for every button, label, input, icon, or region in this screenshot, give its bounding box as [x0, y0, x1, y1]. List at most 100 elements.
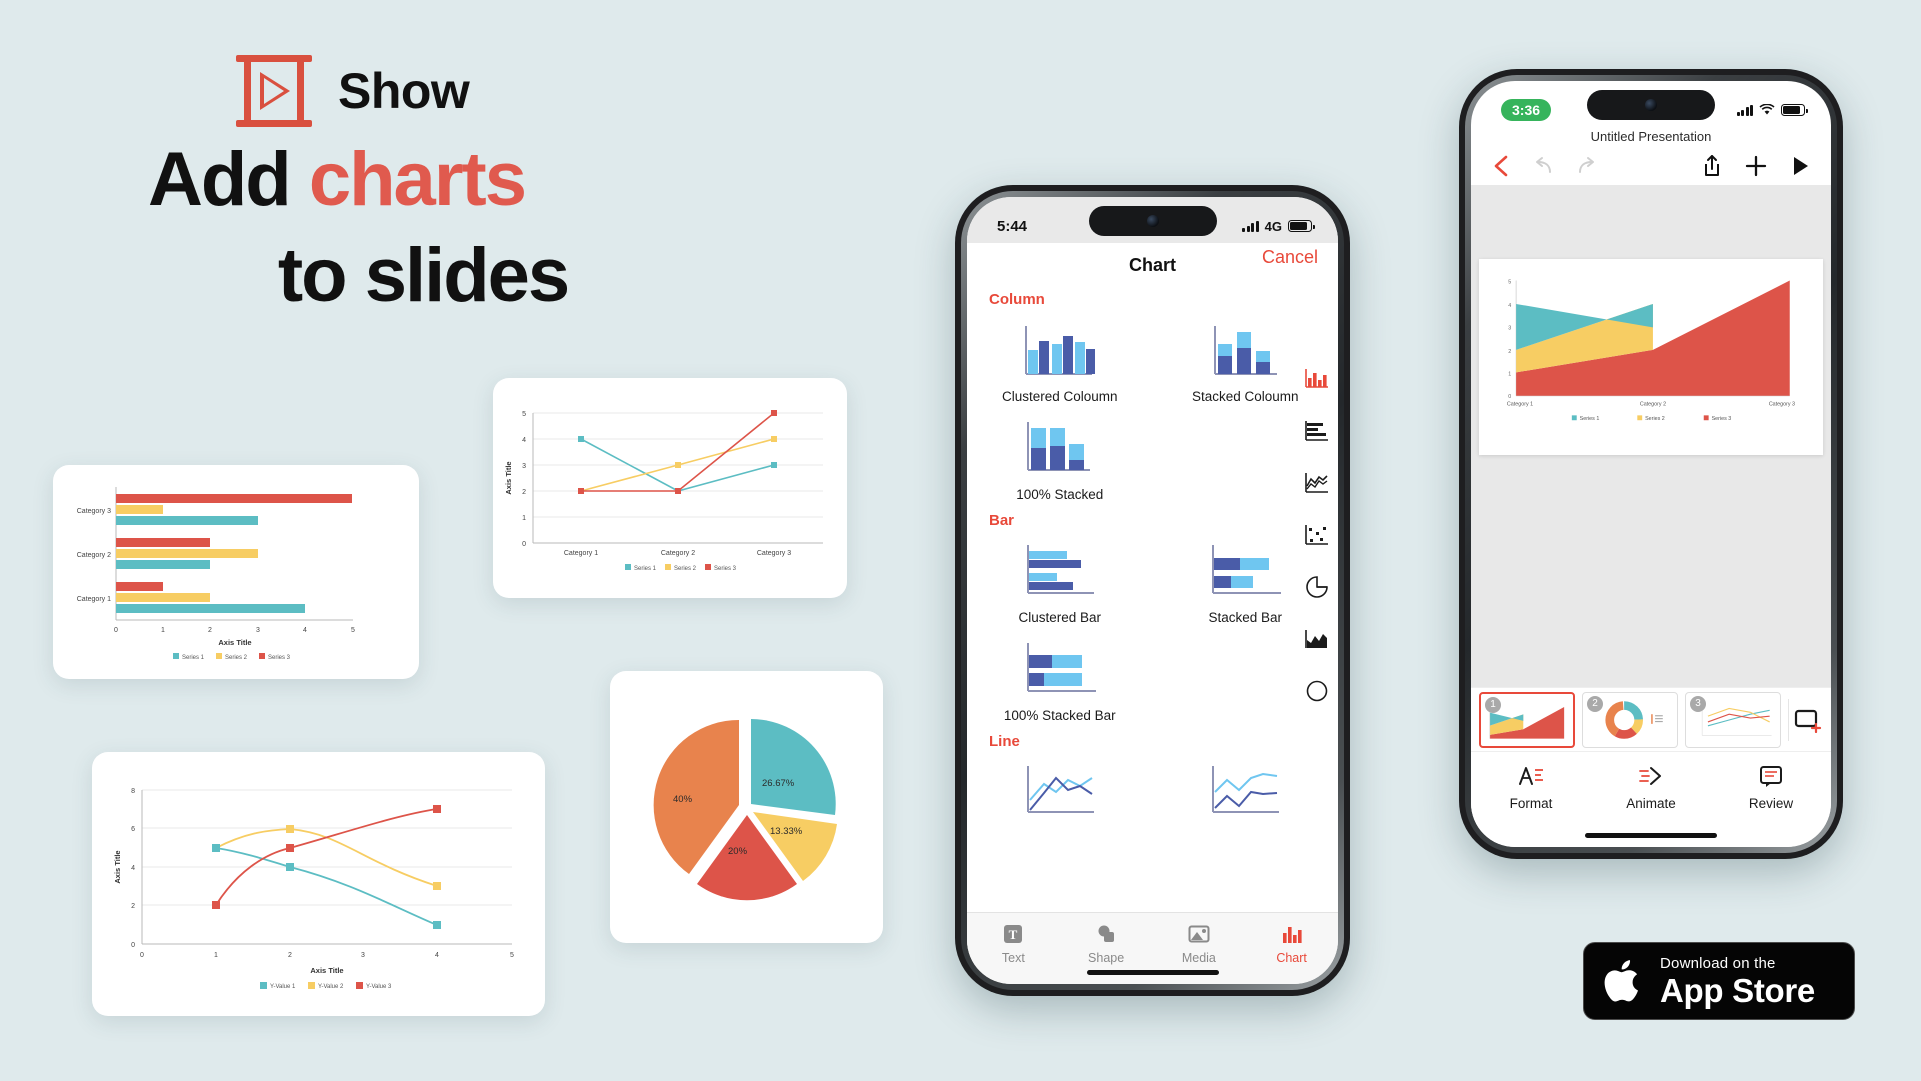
battery-icon [1288, 220, 1315, 232]
phone1-notch [1088, 206, 1217, 236]
section-title-bar: Bar [989, 512, 1015, 529]
svg-text:1: 1 [522, 515, 526, 522]
document-title[interactable]: Untitled Presentation [1471, 129, 1831, 144]
svg-text:Series 2: Series 2 [674, 566, 697, 572]
tab-media[interactable]: Media [1153, 922, 1246, 965]
phone2-notch [1587, 90, 1715, 120]
slide-thumbnail-3[interactable]: 3 [1685, 691, 1781, 748]
svg-text:26.67%: 26.67% [762, 778, 795, 789]
current-slide[interactable]: 5 4 3 2 1 0 Category 1 Category 2 Catego… [1479, 259, 1823, 455]
tab-text[interactable]: T Text [967, 922, 1060, 965]
svg-text:Series 3: Series 3 [268, 655, 291, 661]
svg-text:20%: 20% [728, 846, 748, 857]
tab-chart[interactable]: Chart [1245, 922, 1338, 965]
area-chart-icon[interactable] [1304, 627, 1330, 651]
column-chart-icon[interactable] [1304, 367, 1330, 391]
svg-text:5: 5 [522, 411, 526, 418]
media-icon [1188, 925, 1210, 943]
svg-text:Category 3: Category 3 [757, 550, 791, 557]
cellular-signal-icon [1736, 104, 1753, 116]
brand-name: Show [338, 63, 470, 119]
chart-option-clustered-bar[interactable]: Clustered Bar [967, 531, 1153, 629]
section-title-column: Column [989, 291, 1045, 308]
tab-label: Chart [1276, 951, 1307, 965]
format-icon [1519, 767, 1543, 785]
undo-icon[interactable] [1531, 153, 1557, 179]
cancel-button[interactable]: Cancel [1262, 247, 1318, 268]
svg-text:1: 1 [1508, 371, 1511, 377]
clustered-bar-thumb [1026, 545, 1094, 594]
phone2-navbar: Untitled Presentation [1471, 127, 1831, 185]
tab-label: Review [1748, 796, 1794, 811]
headline-line2: to slides [277, 232, 570, 318]
add-slide-button[interactable] [1788, 698, 1828, 741]
add-icon[interactable] [1743, 153, 1769, 179]
chart-option-100-stacked-bar[interactable]: 100% Stacked Bar [967, 629, 1153, 727]
line-thumb [1026, 766, 1094, 813]
svg-text:Series 2: Series 2 [225, 655, 248, 661]
chart-option-label: Clustered Bar [1018, 610, 1102, 625]
svg-text:5: 5 [351, 627, 355, 634]
svg-text:Axis Title: Axis Title [113, 850, 122, 883]
svg-text:2: 2 [522, 489, 526, 496]
chart-option-line-markers[interactable] [1153, 752, 1339, 835]
svg-text:3: 3 [361, 952, 365, 959]
section-title-line: Line [989, 733, 1020, 750]
slide-thumbnail-2[interactable]: 2 [1582, 691, 1678, 748]
chart-option-line[interactable] [967, 752, 1153, 835]
chart-option-100-stacked-column[interactable]: 100% Stacked [967, 408, 1153, 506]
slide-number: 3 [1690, 695, 1706, 712]
chart-icon [1282, 927, 1302, 943]
line-chart-icon[interactable] [1304, 471, 1330, 495]
stacked-column-thumb [1214, 326, 1278, 375]
svg-text:0: 0 [114, 627, 118, 634]
chart-option-clustered-column[interactable]: Clustered Coloumn [967, 310, 1153, 408]
svg-text:Category 2: Category 2 [77, 552, 111, 559]
phone2-clock-recording: 3:36 [1501, 99, 1552, 121]
svg-text:Category 1: Category 1 [1507, 402, 1533, 408]
svg-text:4: 4 [303, 627, 307, 634]
svg-text:3: 3 [256, 627, 260, 634]
scatter-chart-icon[interactable] [1304, 523, 1330, 547]
battery-icon [1781, 104, 1808, 116]
cellular-signal-icon [1242, 220, 1259, 232]
tab-label: Media [1181, 951, 1216, 965]
clustered-bar-chart-card: Category 3 Category 2 Category 1 0 1 2 3… [53, 465, 419, 679]
back-icon[interactable] [1489, 153, 1515, 179]
donut-chart-icon[interactable] [1304, 679, 1330, 703]
tab-label: Format [1509, 796, 1553, 811]
pie-chart-icon[interactable] [1304, 575, 1330, 599]
svg-text:4: 4 [1508, 303, 1511, 309]
chart-option-label: Clustered Coloumn [1001, 389, 1118, 404]
svg-text:0: 0 [522, 541, 526, 548]
slide-thumbnail-bar[interactable]: 1 2 3 [1471, 687, 1831, 751]
slide-thumbnail-1[interactable]: 1 [1479, 691, 1575, 748]
svg-text:1: 1 [214, 952, 218, 959]
clustered-column-thumb [1024, 326, 1095, 375]
app-store-badge[interactable]: Download on the App Store [1583, 942, 1855, 1020]
slide-canvas[interactable]: 5 4 3 2 1 0 Category 1 Category 2 Catego… [1471, 185, 1831, 687]
svg-text:3: 3 [1508, 325, 1511, 331]
scatter-chart-card: 8 6 4 2 0 Axis Title 0 1 2 3 4 5 Axis Ti… [92, 752, 545, 1016]
svg-text:Category 2: Category 2 [1640, 402, 1666, 408]
svg-text:4: 4 [435, 952, 439, 959]
camera-icon [1146, 215, 1159, 227]
chart-category-rail[interactable] [1304, 367, 1330, 703]
svg-text:Series 1: Series 1 [1580, 416, 1600, 422]
redo-icon[interactable] [1573, 153, 1599, 179]
play-icon[interactable] [1787, 153, 1813, 179]
svg-text:2: 2 [208, 627, 212, 634]
tab-review[interactable]: Review [1711, 764, 1831, 847]
home-indicator [1585, 833, 1717, 838]
tab-shape[interactable]: Shape [1060, 922, 1153, 965]
tab-format[interactable]: Format [1471, 764, 1591, 847]
headline-line1-accent: charts [308, 137, 527, 222]
svg-text:0: 0 [131, 942, 135, 949]
svg-text:Axis Title: Axis Title [218, 638, 251, 647]
animate-icon [1639, 767, 1661, 785]
bar-chart-icon[interactable] [1304, 419, 1330, 443]
share-icon[interactable] [1699, 153, 1725, 179]
svg-text:Axis Title: Axis Title [310, 966, 343, 975]
chart-option-label: Stacked Coloumn [1191, 389, 1299, 404]
chart-type-list[interactable]: Column Clustered Coloumn Stacked Coloumn… [967, 285, 1338, 912]
